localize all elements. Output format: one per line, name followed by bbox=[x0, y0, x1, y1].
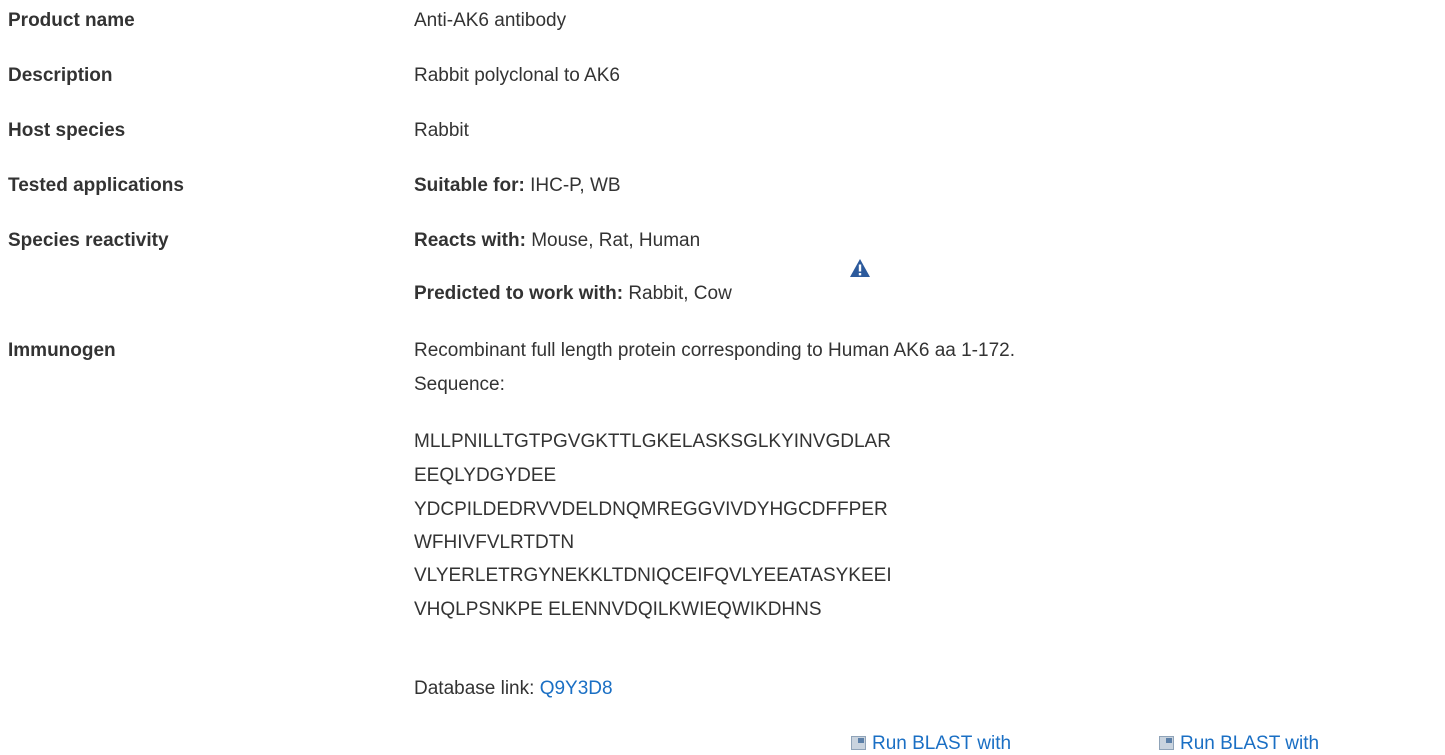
sequence-line: WFHIVFVLRTDTN bbox=[414, 532, 575, 553]
database-link-row: Database link: Q9Y3D8 bbox=[414, 678, 613, 700]
warning-triangle-icon[interactable] bbox=[849, 258, 871, 278]
database-link-prefix: Database link: bbox=[414, 678, 535, 699]
tested-applications-label: Tested applications bbox=[8, 175, 184, 196]
predicted-list: Rabbit, Cow bbox=[628, 283, 732, 304]
sequence-line: EEQLYDGYDEE bbox=[414, 465, 557, 486]
sequence-line: MLLPNILLTGTPGVGKTTLGKELASKSGLKYINVGDLAR bbox=[414, 431, 891, 452]
reacts-with-prefix: Reacts with: bbox=[414, 230, 526, 251]
reacts-with-line: Reacts with: Mouse, Rat, Human bbox=[414, 230, 700, 252]
run-blast-link[interactable]: Run BLAST with bbox=[851, 733, 1011, 755]
immunogen-label: Immunogen bbox=[8, 340, 116, 361]
sequence-line: VHQLPSNKPE ELENNVDQILKWIEQWIKDHNS bbox=[414, 599, 822, 620]
host-species-label: Host species bbox=[8, 120, 126, 141]
predicted-to-work-with-line: Predicted to work with: Rabbit, Cow bbox=[414, 283, 732, 305]
run-blast-link[interactable]: Run BLAST with bbox=[1159, 733, 1319, 755]
host-species-value: Rabbit bbox=[414, 120, 469, 141]
suitable-for-prefix: Suitable for: bbox=[414, 175, 525, 196]
description-value: Rabbit polyclonal to AK6 bbox=[414, 65, 620, 86]
description-label: Description bbox=[8, 65, 113, 86]
database-link[interactable]: Q9Y3D8 bbox=[540, 678, 613, 699]
immunogen-value: Recombinant full length protein correspo… bbox=[414, 340, 1015, 361]
suitable-for-list: IHC-P, WB bbox=[530, 175, 621, 196]
sequence-line: YDCPILDEDRVVDELDNQMREGGVIVDYHGCDFFPER bbox=[414, 499, 888, 520]
external-window-icon bbox=[851, 736, 866, 750]
predicted-prefix: Predicted to work with: bbox=[414, 283, 624, 304]
product-name-value: Anti-AK6 antibody bbox=[414, 10, 567, 31]
sequence-label: Sequence: bbox=[414, 374, 505, 395]
species-reactivity-label: Species reactivity bbox=[8, 230, 169, 251]
reacts-with-list: Mouse, Rat, Human bbox=[531, 230, 701, 251]
tested-applications-value: Suitable for: IHC-P, WB bbox=[414, 175, 621, 197]
external-window-icon bbox=[1159, 736, 1174, 750]
sequence-line: VLYERLETRGYNEKKLTDNIQCEIFQVLYEEATASYKEEI bbox=[414, 565, 892, 586]
product-name-label: Product name bbox=[8, 10, 135, 31]
